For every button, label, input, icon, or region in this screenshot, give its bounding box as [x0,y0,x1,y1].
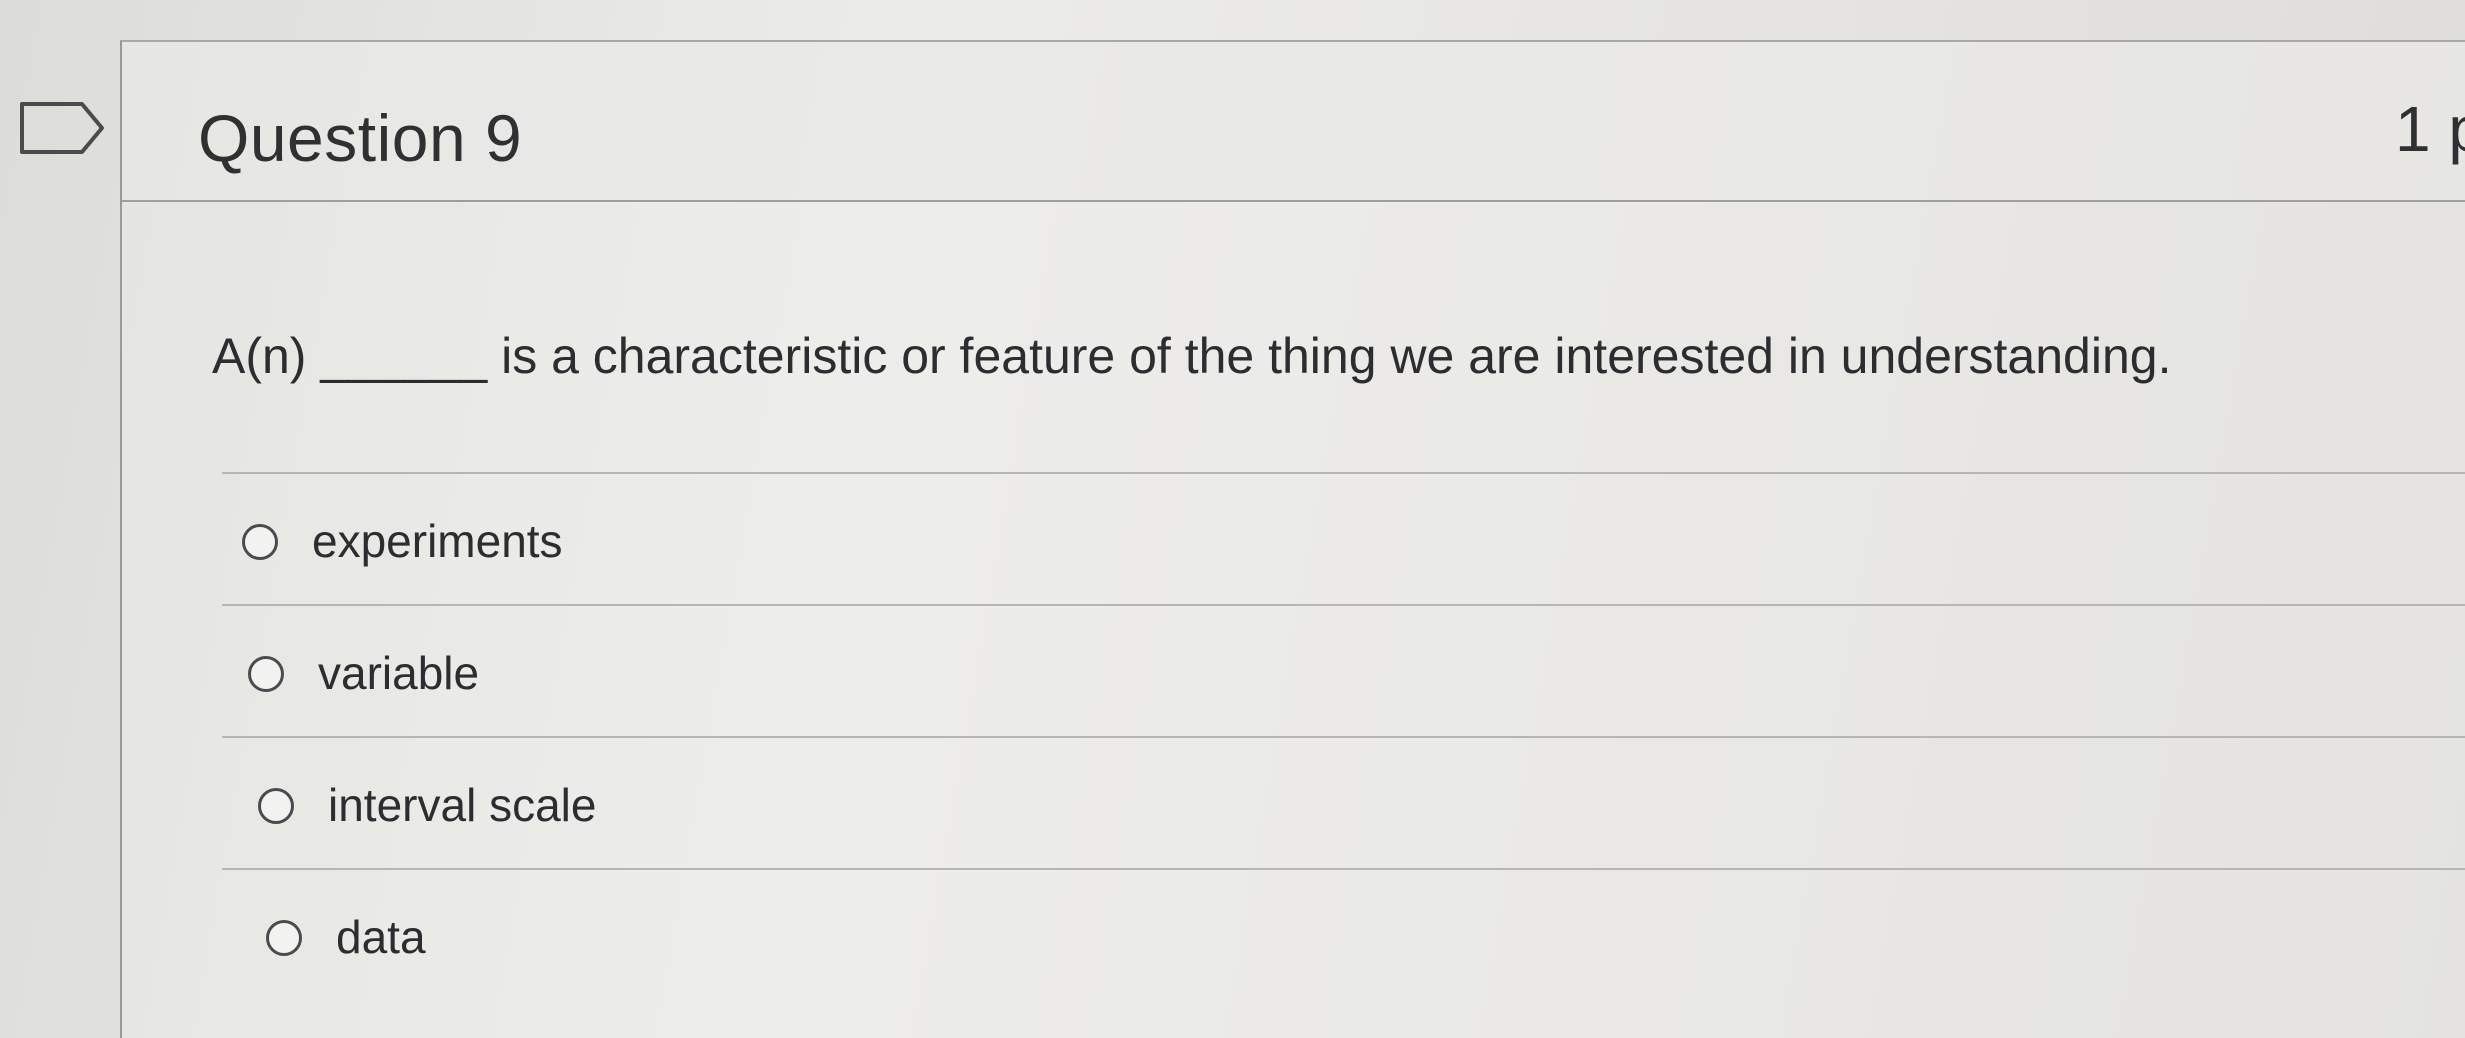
radio-button[interactable] [248,656,284,692]
radio-button[interactable] [242,524,278,560]
question-title: Question 9 [198,101,523,175]
quiz-screen: Question 9 1 p A(n) ______ is a characte… [0,0,2465,1038]
answer-option[interactable]: variable [222,604,2465,736]
flag-question-icon[interactable] [18,100,108,156]
answer-label[interactable]: experiments [312,514,563,568]
answer-list: experiments variable interval scale data [222,472,2465,1000]
answer-option[interactable]: experiments [222,472,2465,604]
answer-label[interactable]: variable [318,646,479,700]
radio-button[interactable] [258,788,294,824]
question-points: 1 p [2395,93,2465,165]
answer-label[interactable]: data [336,910,426,964]
answer-label[interactable]: interval scale [328,778,596,832]
answer-option[interactable]: data [222,868,2465,1000]
question-card: Question 9 1 p A(n) ______ is a characte… [120,40,2465,1038]
answer-option[interactable]: interval scale [222,736,2465,868]
radio-button[interactable] [266,920,302,956]
question-text: A(n) ______ is a characteristic or featu… [212,328,2172,384]
question-header: Question 9 1 p [122,42,2465,202]
